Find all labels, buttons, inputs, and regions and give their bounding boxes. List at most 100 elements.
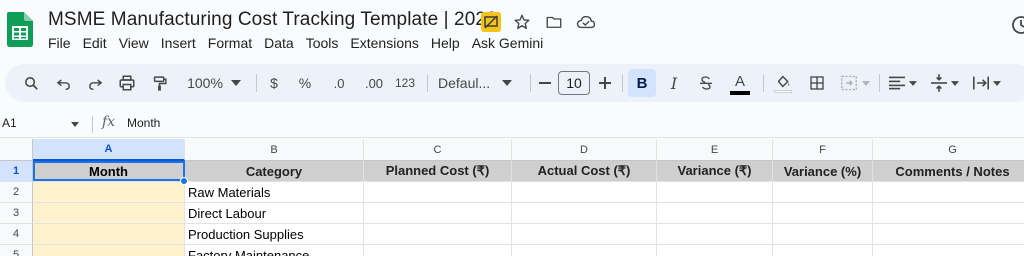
bold-button[interactable]: B bbox=[628, 69, 656, 97]
column-header-b[interactable]: B bbox=[185, 139, 364, 161]
chevron-down-icon[interactable] bbox=[71, 122, 79, 127]
text-color-button[interactable]: A bbox=[727, 64, 753, 102]
font-size-input[interactable]: 10 bbox=[558, 71, 590, 95]
cell-c1-planned-cost-header[interactable]: Planned Cost (₹) bbox=[364, 161, 512, 182]
paint-format-icon[interactable] bbox=[147, 64, 171, 102]
strikethrough-icon[interactable] bbox=[695, 64, 717, 102]
cell-d2[interactable] bbox=[512, 182, 657, 203]
menu-edit[interactable]: Edit bbox=[83, 35, 113, 51]
fill-handle[interactable] bbox=[180, 177, 188, 185]
percent-format-button[interactable]: % bbox=[295, 64, 315, 102]
menu-view[interactable]: View bbox=[119, 35, 155, 51]
cell-a4[interactable] bbox=[33, 224, 185, 245]
redo-icon[interactable] bbox=[83, 64, 107, 102]
cell-a2[interactable] bbox=[33, 182, 185, 203]
sheet-badge-icon[interactable] bbox=[481, 12, 501, 32]
row-header-5[interactable]: 5 bbox=[0, 245, 33, 256]
column-header-a[interactable]: A bbox=[33, 139, 185, 161]
cell-d4[interactable] bbox=[512, 224, 657, 245]
cell-d3[interactable] bbox=[512, 203, 657, 224]
cell-f3[interactable] bbox=[773, 203, 873, 224]
cell-e3[interactable] bbox=[657, 203, 773, 224]
cell-b2[interactable]: Raw Materials bbox=[185, 182, 364, 203]
cell-g2[interactable] bbox=[873, 182, 1024, 203]
select-all-corner[interactable] bbox=[0, 139, 33, 161]
increase-font-size-button[interactable] bbox=[595, 64, 615, 102]
menu-tools[interactable]: Tools bbox=[306, 35, 345, 51]
cloud-status-icon[interactable] bbox=[575, 11, 597, 33]
formula-input[interactable]: Month bbox=[127, 116, 160, 130]
row-header-1[interactable]: 1 bbox=[0, 161, 33, 182]
cell-g4[interactable] bbox=[873, 224, 1024, 245]
cell-e4[interactable] bbox=[657, 224, 773, 245]
decrease-decimal-button[interactable]: .0 bbox=[326, 64, 352, 102]
number-format-button[interactable]: 123 bbox=[390, 64, 420, 102]
print-icon[interactable] bbox=[115, 64, 139, 102]
star-icon[interactable] bbox=[511, 11, 533, 33]
cell-c4[interactable] bbox=[364, 224, 512, 245]
column-header-d[interactable]: D bbox=[512, 139, 657, 161]
cell-g5[interactable] bbox=[873, 245, 1024, 256]
cell-b4[interactable]: Production Supplies bbox=[185, 224, 364, 245]
document-title[interactable]: MSME Manufacturing Cost Tracking Templat… bbox=[48, 9, 497, 31]
cell-b1-category-header[interactable]: Category bbox=[185, 161, 364, 182]
menu-insert[interactable]: Insert bbox=[161, 35, 202, 51]
menu-ask-gemini[interactable]: Ask Gemini bbox=[472, 35, 550, 51]
column-header-g[interactable]: G bbox=[873, 139, 1024, 161]
row-header-4[interactable]: 4 bbox=[0, 224, 33, 245]
name-box[interactable]: A1 bbox=[2, 116, 17, 130]
cell-c5[interactable] bbox=[364, 245, 512, 256]
zoom-label: 100% bbox=[187, 75, 223, 91]
zoom-select[interactable]: 100% bbox=[179, 64, 249, 102]
cell-d5[interactable] bbox=[512, 245, 657, 256]
increase-decimal-button[interactable]: .00 bbox=[359, 64, 389, 102]
cell-f1-variance-pct-header[interactable]: Variance (%) bbox=[773, 161, 873, 182]
cell-c3[interactable] bbox=[364, 203, 512, 224]
cell-c2[interactable] bbox=[364, 182, 512, 203]
row-header-2[interactable]: 2 bbox=[0, 182, 33, 203]
cell-f4[interactable] bbox=[773, 224, 873, 245]
row-header-3[interactable]: 3 bbox=[0, 203, 33, 224]
cell-e5[interactable] bbox=[657, 245, 773, 256]
currency-format-button[interactable]: $ bbox=[264, 64, 284, 102]
cell-g3[interactable] bbox=[873, 203, 1024, 224]
column-header-f[interactable]: F bbox=[773, 139, 873, 161]
decrease-font-size-button[interactable] bbox=[535, 64, 555, 102]
menu-data[interactable]: Data bbox=[264, 35, 300, 51]
cell-e2[interactable] bbox=[657, 182, 773, 203]
horizontal-align-icon[interactable] bbox=[885, 64, 921, 102]
cell-f5[interactable] bbox=[773, 245, 873, 256]
history-icon[interactable] bbox=[1006, 10, 1024, 40]
fill-color-icon[interactable] bbox=[771, 64, 795, 102]
menu-extensions[interactable]: Extensions bbox=[350, 35, 424, 51]
cell-e1-variance-header[interactable]: Variance (₹) bbox=[657, 161, 773, 182]
cell-f2[interactable] bbox=[773, 182, 873, 203]
font-select[interactable]: Defaul... bbox=[434, 64, 524, 102]
column-header-e[interactable]: E bbox=[657, 139, 773, 161]
cell-b5[interactable]: Factory Maintenance bbox=[185, 245, 364, 256]
cell-a5[interactable] bbox=[33, 245, 185, 256]
cell-a1-month-header[interactable]: Month bbox=[33, 161, 185, 182]
undo-icon[interactable] bbox=[51, 64, 75, 102]
formula-divider bbox=[92, 116, 93, 133]
text-color-label: A bbox=[734, 72, 745, 90]
folder-icon[interactable] bbox=[543, 11, 565, 33]
vertical-align-icon[interactable] bbox=[927, 64, 963, 102]
toolbar-divider bbox=[879, 74, 880, 92]
merge-cells-icon[interactable] bbox=[837, 64, 873, 102]
cell-d1-actual-cost-header[interactable]: Actual Cost (₹) bbox=[512, 161, 657, 182]
chevron-down-icon bbox=[909, 80, 917, 86]
borders-icon[interactable] bbox=[805, 64, 829, 102]
cell-g1-comments-header[interactable]: Comments / Notes bbox=[873, 161, 1024, 182]
sheets-logo-icon[interactable] bbox=[7, 12, 33, 47]
cell-b3[interactable]: Direct Labour bbox=[185, 203, 364, 224]
menu-help[interactable]: Help bbox=[431, 35, 466, 51]
menu-file[interactable]: File bbox=[48, 35, 77, 51]
column-header-c[interactable]: C bbox=[364, 139, 512, 161]
search-menus-icon[interactable] bbox=[19, 64, 43, 102]
cell-a3[interactable] bbox=[33, 203, 185, 224]
menu-format[interactable]: Format bbox=[208, 35, 258, 51]
italic-button[interactable]: I bbox=[663, 64, 685, 102]
text-wrapping-icon[interactable] bbox=[969, 64, 1005, 102]
toolbar-divider bbox=[427, 74, 428, 92]
